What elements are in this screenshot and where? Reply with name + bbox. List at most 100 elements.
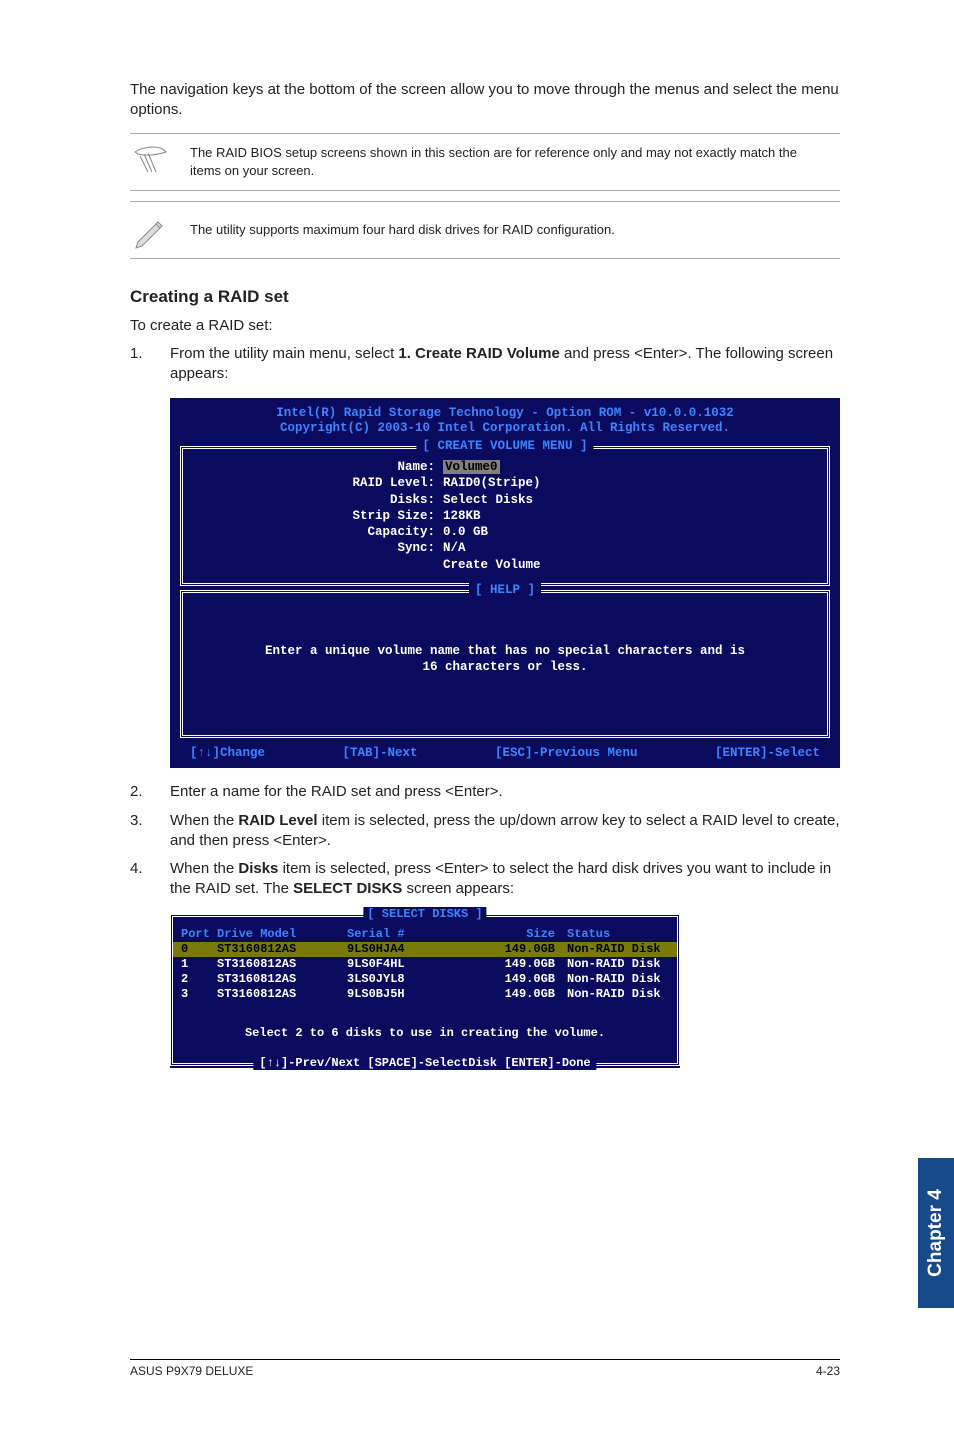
- cell-status: Non-RAID Disk: [567, 987, 669, 1002]
- cell-port: 0: [181, 942, 217, 957]
- bios2-note: Select 2 to 6 disks to use in creating t…: [181, 1002, 669, 1060]
- bios-field-label: Disks:: [223, 492, 443, 508]
- key-change: [↑↓]Change: [190, 746, 265, 760]
- cell-port: 1: [181, 957, 217, 972]
- txt-pre: When the: [170, 812, 238, 829]
- cell-size: 149.0GB: [477, 987, 567, 1002]
- chapter-tab-label: Chapter 4: [925, 1189, 947, 1277]
- bios-field-row: Disks:Select Disks: [223, 492, 787, 508]
- bios2-box: [ SELECT DISKS ] Port Drive Model Serial…: [170, 914, 680, 1066]
- step-num: 4.: [130, 859, 170, 900]
- bios-title-2: Copyright(C) 2003-10 Intel Corporation. …: [210, 421, 800, 436]
- bios-field-value: Volume0: [443, 459, 787, 475]
- intro-paragraph: The navigation keys at the bottom of the…: [130, 80, 840, 121]
- bios-help-text: Enter a unique volume name that has no s…: [223, 603, 787, 726]
- footer-product: ASUS P9X79 DELUXE: [130, 1364, 253, 1378]
- section-heading: Creating a RAID set: [130, 287, 840, 307]
- cell-status: Non-RAID Disk: [567, 957, 669, 972]
- cell-size: 149.0GB: [477, 942, 567, 957]
- table-row: 0ST3160812AS9LS0HJA4149.0GBNon-RAID Disk: [173, 942, 677, 957]
- bios-field-label: Strip Size:: [223, 508, 443, 524]
- bios-field-value: Select Disks: [443, 492, 787, 508]
- help-line-1: Enter a unique volume name that has no s…: [243, 643, 767, 659]
- bios-field-value: RAID0(Stripe): [443, 475, 787, 491]
- section-intro: To create a RAID set:: [130, 317, 840, 334]
- bios-select-disks-screen: [ SELECT DISKS ] Port Drive Model Serial…: [170, 914, 680, 1068]
- step-text: Enter a name for the RAID set and press …: [170, 782, 840, 802]
- page-footer: ASUS P9X79 DELUXE 4-23: [130, 1359, 840, 1378]
- bios-box-title: [ CREATE VOLUME MENU ]: [416, 439, 593, 453]
- txt-bold: RAID Level: [238, 812, 317, 829]
- note-box-2: The utility supports maximum four hard d…: [130, 201, 840, 259]
- bios-footer: [↑↓]Change [TAB]-Next [ESC]-Previous Men…: [170, 738, 840, 762]
- bios-field-row: Capacity:0.0 GB: [223, 524, 787, 540]
- bios-create-menu-box: [ CREATE VOLUME MENU ] Name:Volume0RAID …: [180, 446, 830, 586]
- cell-model: ST3160812AS: [217, 957, 347, 972]
- bios2-footer-text: [↑↓]-Prev/Next [SPACE]-SelectDisk [ENTER…: [253, 1056, 596, 1070]
- cell-port: 2: [181, 972, 217, 987]
- bios-title-1: Intel(R) Rapid Storage Technology - Opti…: [210, 406, 800, 421]
- bios-field-label: Sync:: [223, 540, 443, 556]
- txt-bold2: SELECT DISKS: [293, 880, 402, 897]
- bios-help-title: [ HELP ]: [469, 583, 541, 597]
- step-text: When the Disks item is selected, press <…: [170, 859, 840, 900]
- note-2-text: The utility supports maximum four hard d…: [190, 221, 625, 239]
- txt-bold: 1. Create RAID Volume: [398, 345, 559, 362]
- bios-create-volume-screen: Intel(R) Rapid Storage Technology - Opti…: [170, 398, 840, 768]
- cell-serial: 9LS0F4HL: [347, 957, 477, 972]
- table-row: 1ST3160812AS9LS0F4HL149.0GBNon-RAID Disk: [181, 957, 669, 972]
- cell-model: ST3160812AS: [217, 972, 347, 987]
- cell-serial: 3LS0JYL8: [347, 972, 477, 987]
- cell-size: 149.0GB: [477, 957, 567, 972]
- bios2-title: [ SELECT DISKS ]: [363, 907, 486, 921]
- step-text: When the RAID Level item is selected, pr…: [170, 811, 840, 852]
- col-size: Size: [477, 927, 567, 942]
- step-num: 1.: [130, 344, 170, 385]
- key-prev: [ESC]-Previous Menu: [495, 746, 638, 760]
- chapter-tab: Chapter 4: [918, 1158, 954, 1308]
- bios2-table: Port Drive Model Serial # Size Status 0S…: [173, 917, 677, 1060]
- note-box-1: The RAID BIOS setup screens shown in thi…: [130, 133, 840, 191]
- table-row: 3ST3160812AS9LS0BJ5H149.0GBNon-RAID Disk: [181, 987, 669, 1002]
- bios-help-box: [ HELP ] Enter a unique volume name that…: [180, 590, 830, 739]
- cell-status: Non-RAID Disk: [567, 942, 669, 957]
- pencil-icon: [130, 210, 190, 250]
- key-select: [ENTER]-Select: [715, 746, 820, 760]
- bios-header: Intel(R) Rapid Storage Technology - Opti…: [170, 398, 840, 442]
- col-model: Drive Model: [217, 927, 347, 942]
- bios-field-label: [223, 557, 443, 573]
- step-2: 2. Enter a name for the RAID set and pre…: [130, 782, 840, 802]
- cell-serial: 9LS0HJA4: [347, 942, 477, 957]
- txt-post2: screen appears:: [402, 880, 514, 897]
- bios-field-row: RAID Level:RAID0(Stripe): [223, 475, 787, 491]
- bios-field-row: Name:Volume0: [223, 459, 787, 475]
- txt-pre: When the: [170, 860, 238, 877]
- bios-field-value: Create Volume: [443, 557, 787, 573]
- note-ref-icon: [130, 142, 190, 182]
- table-header: Port Drive Model Serial # Size Status: [181, 927, 669, 942]
- txt-bold: Disks: [238, 860, 278, 877]
- step-num: 3.: [130, 811, 170, 852]
- bios-field-label: Capacity:: [223, 524, 443, 540]
- cell-port: 3: [181, 987, 217, 1002]
- step-4: 4. When the Disks item is selected, pres…: [130, 859, 840, 900]
- bios-field-label: RAID Level:: [223, 475, 443, 491]
- bios-field-row: Strip Size: 128KB: [223, 508, 787, 524]
- bios-field-label: Name:: [223, 459, 443, 475]
- bios-field-value: 0.0 GB: [443, 524, 787, 540]
- bios-field-value: N/A: [443, 540, 787, 556]
- help-line-2: 16 characters or less.: [243, 659, 767, 675]
- step-1: 1. From the utility main menu, select 1.…: [130, 344, 840, 385]
- step-text: From the utility main menu, select 1. Cr…: [170, 344, 840, 385]
- bios-field-row: Sync:N/A: [223, 540, 787, 556]
- col-port: Port: [181, 927, 217, 942]
- cell-model: ST3160812AS: [217, 987, 347, 1002]
- step-3: 3. When the RAID Level item is selected,…: [130, 811, 840, 852]
- note-1-text: The RAID BIOS setup screens shown in thi…: [190, 144, 832, 179]
- bios2-footer: [↑↓]-Prev/Next [SPACE]-SelectDisk [ENTER…: [173, 1063, 677, 1066]
- col-status: Status: [567, 927, 669, 942]
- bios-field-value: 128KB: [443, 508, 787, 524]
- cell-status: Non-RAID Disk: [567, 972, 669, 987]
- txt-pre: From the utility main menu, select: [170, 345, 398, 362]
- bios-field-row: Create Volume: [223, 557, 787, 573]
